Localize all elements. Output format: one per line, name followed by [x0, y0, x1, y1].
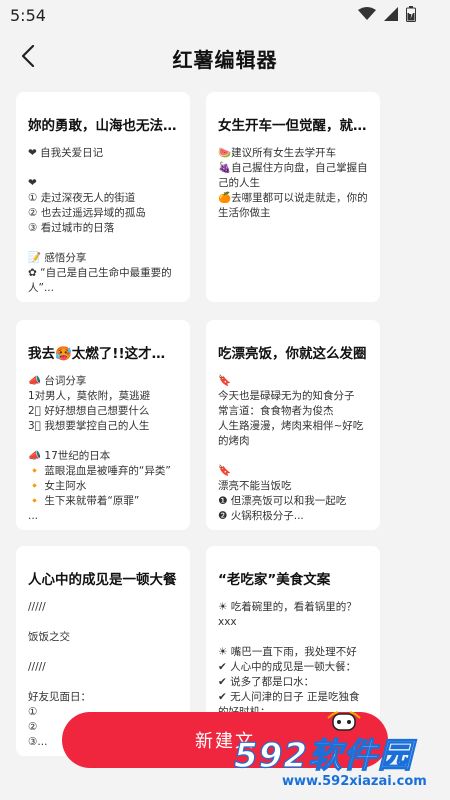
app-bar: 红薯编辑器	[0, 32, 450, 86]
gamepad-icon	[324, 704, 364, 734]
battery-icon	[406, 6, 416, 22]
card-line	[28, 236, 178, 251]
card-body: 🍉建议所有女生去学开车 🍇自己握住方向盘，自己掌握自己的人生 🍊去哪里都可以说走就走…	[218, 146, 368, 221]
card-line: 📣 17世纪的日本	[28, 450, 111, 462]
card-line	[28, 161, 178, 176]
card-body: 📣 台词分享 1对男人，莫依附，莫逃避 2⃣ 好好想想自己想要什么 3⃣ 我想要掌控自…	[28, 374, 178, 524]
card-line: 🔸 蓝眼混血是被唾弃的“异类”	[28, 465, 171, 477]
card-line	[28, 645, 178, 660]
card-title: “老吃家”美食文案	[218, 572, 331, 588]
card-line: ❷ 火锅积极分子...	[218, 510, 304, 522]
status-bar: 5:54	[0, 0, 450, 32]
card-line: /////	[28, 661, 46, 673]
card-title: 吃漂亮饭，你就这么发圈	[218, 346, 367, 362]
card-line: 常言道：食食物者为俊杰	[218, 405, 334, 417]
watermark-url: www.592xiazai.com	[282, 774, 427, 789]
card-line: 🔸 女主阿水	[28, 480, 87, 492]
card-line: ...	[28, 510, 39, 522]
card-line	[28, 615, 178, 630]
template-card[interactable]: 吃漂亮饭，你就这么发圈 🔖 今天也是碌碌无为的知食分子 常言道：食食物者为俊杰人生路…	[206, 320, 380, 530]
status-icons	[358, 6, 416, 22]
card-line: ☀ 嘴巴一直下雨，我处理不好	[218, 646, 357, 658]
card-line: ☀ 吃着碗里的，看着锅里的？	[218, 601, 357, 613]
card-title: 我去🥵太燃了!!这才是...	[28, 346, 178, 362]
page-title: 红薯编辑器	[172, 48, 278, 72]
card-line: ② 也去过遥远异域的孤岛	[28, 207, 146, 219]
card-line: ❤	[28, 177, 37, 189]
card-line: 🔖	[218, 375, 232, 387]
card-line: 🍉建议所有女生去学开车	[218, 147, 337, 159]
card-line: /////	[28, 601, 46, 613]
card-line: 3⃣ 我想要掌控自己的人生	[28, 420, 150, 432]
card-line: 人生路漫漫，烤肉来相伴~好吃的烤肉	[218, 420, 364, 447]
card-line: 📝 感悟分享	[28, 252, 87, 264]
card-line	[28, 675, 178, 690]
signal-icon	[384, 7, 398, 21]
card-line: 饭饭之交	[28, 631, 70, 643]
card-line: ❤ 自我关爱日记	[28, 147, 104, 159]
card-line: 好友见面日：	[28, 691, 91, 703]
card-line: 🍇自己握住方向盘，自己掌握自己的人生	[218, 162, 368, 189]
template-card[interactable]: 我去🥵太燃了!!这才是... 📣 台词分享 1对男人，莫依附，莫逃避 2⃣ 好好想想…	[16, 320, 190, 530]
card-line: 漂亮不能当饭吃	[218, 480, 292, 492]
card-line	[218, 449, 368, 464]
card-line: 1对男人，莫依附，莫逃避	[28, 390, 151, 402]
card-line: 🔖	[218, 465, 232, 477]
card-line	[218, 630, 368, 645]
card-line	[28, 434, 178, 449]
card-line: ③ 看过城市的日落	[28, 222, 115, 234]
card-line: ✔ 人心中的成见是一顿大餐：	[218, 661, 357, 673]
template-card[interactable]: 女生开车一但觉醒，就... 🍉建议所有女生去学开车 🍇自己握住方向盘，自己掌握自己…	[206, 92, 380, 302]
card-line: 📣 台词分享	[28, 375, 87, 387]
card-title: 人心中的成见是一顿大餐	[28, 572, 177, 588]
card-line: 今天也是碌碌无为的知食分子	[218, 390, 355, 402]
new-article-label: 新建文	[195, 731, 255, 752]
wifi-icon	[358, 7, 376, 21]
card-title: 妳的勇敢，山海也无法...	[28, 118, 178, 134]
card-line: ✔ 说多了都是口水：	[218, 676, 315, 688]
status-time: 5:54	[10, 6, 46, 25]
card-line: ① 走过深夜无人的街道	[28, 192, 136, 204]
card-line: 2⃣ 好好想想自己想要什么	[28, 405, 150, 417]
card-body: ❤ 自我关爱日记 ❤ ① 走过深夜无人的街道 ② 也去过遥远异域的孤岛 ③ 看过城市的日…	[28, 146, 178, 296]
template-grid: 妳的勇敢，山海也无法... ❤ 自我关爱日记 ❤ ① 走过深夜无人的街道 ② 也去过遥…	[16, 92, 434, 772]
card-line: 🍊去哪里都可以说走就走，你的生活你做主	[218, 192, 368, 219]
card-line: 🔸 生下来就带着“原罪”	[28, 495, 140, 507]
card-line: xxx	[218, 616, 237, 628]
card-body: 🔖 今天也是碌碌无为的知食分子 常言道：食食物者为俊杰人生路漫漫，烤肉来相伴~好吃的…	[218, 374, 368, 524]
card-line: ❶ 但漂亮饭可以和我一起吃	[218, 495, 347, 507]
card-body: ☀ 吃着碗里的，看着锅里的？ xxx ☀ 嘴巴一直下雨，我处理不好 ✔ 人心中的成见是…	[218, 600, 368, 720]
card-title: 女生开车一但觉醒，就...	[218, 118, 368, 134]
card-line: ✿ “自己是自己生命中最重要的人”...	[28, 267, 172, 294]
template-card[interactable]: 妳的勇敢，山海也无法... ❤ 自我关爱日记 ❤ ① 走过深夜无人的街道 ② 也去过遥…	[16, 92, 190, 302]
